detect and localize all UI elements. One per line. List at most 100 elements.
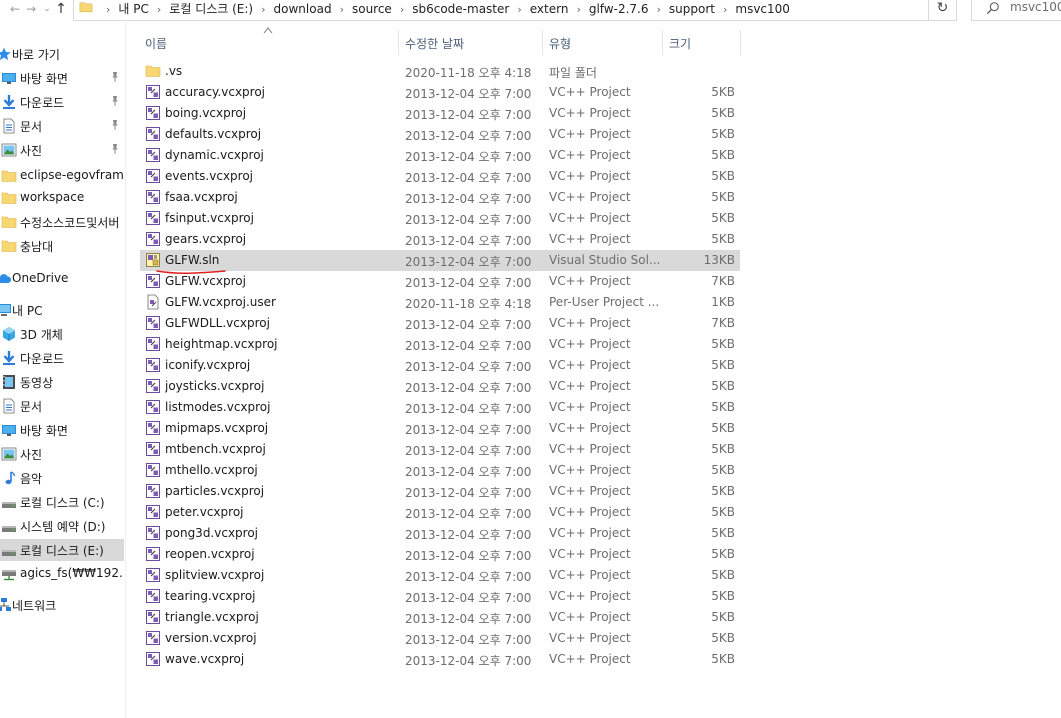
breadcrumb-item[interactable]: msvc100 — [735, 2, 790, 16]
column-header-type[interactable]: 유형 — [543, 30, 662, 55]
nav-item[interactable]: 문서 — [0, 115, 124, 137]
nav-item[interactable]: 네트워크 — [0, 594, 124, 616]
drive-icon — [1, 494, 17, 510]
file-type: VC++ Project — [549, 127, 631, 141]
nav-item-label: agics_fs(₩₩192.168 — [20, 566, 124, 580]
search-input[interactable]: msvc100 — [1010, 0, 1061, 14]
nav-item[interactable]: 로컬 디스크 (E:) — [0, 539, 124, 561]
nav-item[interactable]: 수정소스코드및서버 — [0, 211, 124, 233]
file-row[interactable]: GLFWDLL.vcxproj 2013-12-04 오후 7:00 VC++ Pr… — [140, 313, 740, 334]
file-row[interactable]: iconify.vcxproj 2013-12-04 오후 7:00 VC++ Pr… — [140, 355, 740, 376]
breadcrumb-item[interactable]: download — [274, 2, 332, 16]
nav-item-label: 사진 — [20, 144, 43, 158]
breadcrumb-item[interactable]: source — [352, 2, 392, 16]
breadcrumb-item[interactable]: glfw-2.7.6 — [589, 2, 649, 16]
nav-item[interactable]: workspace — [0, 187, 124, 209]
nav-item[interactable]: 내 PC — [0, 299, 124, 321]
file-row[interactable]: gears.vcxproj 2013-12-04 오후 7:00 VC++ Proj… — [140, 229, 740, 250]
breadcrumb-item[interactable]: extern — [530, 2, 569, 16]
file-row[interactable]: version.vcxproj 2013-12-04 오후 7:00 VC++ Pr… — [140, 628, 740, 649]
file-date: 2013-12-04 오후 7:00 — [405, 507, 532, 521]
solution-icon — [145, 252, 161, 268]
file-row[interactable]: tearing.vcxproj 2013-12-04 오후 7:00 VC++ Pr… — [140, 586, 740, 607]
nav-item[interactable]: 사진 — [0, 139, 124, 161]
file-row[interactable]: accuracy.vcxproj 2013-12-04 오후 7:00 VC++ P… — [140, 82, 740, 103]
breadcrumb-separator-icon[interactable]: › — [517, 3, 521, 16]
file-row[interactable]: mipmaps.vcxproj 2013-12-04 오후 7:00 VC++ Pr… — [140, 418, 740, 439]
file-row[interactable]: mthello.vcxproj 2013-12-04 오후 7:00 VC++ Pr… — [140, 460, 740, 481]
nav-item-label: 바탕 화면 — [20, 72, 68, 86]
file-row[interactable]: .vs 2020-11-18 오후 4:18 파일 폴더 — [140, 61, 740, 82]
file-type: VC++ Project — [549, 526, 631, 540]
breadcrumb-separator-icon[interactable]: › — [157, 3, 161, 16]
file-row[interactable]: fsinput.vcxproj 2013-12-04 오후 7:00 VC++ Pr… — [140, 208, 740, 229]
nav-item[interactable]: 시스템 예약 (D:) — [0, 515, 124, 537]
column-separator[interactable] — [740, 30, 741, 55]
nav-item[interactable]: 바탕 화면 — [0, 67, 124, 89]
file-row[interactable]: splitview.vcxproj 2013-12-04 오후 7:00 VC++ … — [140, 565, 740, 586]
file-type: VC++ Project — [549, 169, 631, 183]
breadcrumb-item[interactable]: sb6code-master — [412, 2, 509, 16]
nav-item[interactable]: 바탕 화면 — [0, 419, 124, 441]
file-row[interactable]: events.vcxproj 2013-12-04 오후 7:00 VC++ Pro… — [140, 166, 740, 187]
file-name: fsinput.vcxproj — [165, 211, 254, 225]
file-row[interactable]: particles.vcxproj 2013-12-04 오후 7:00 VC++ … — [140, 481, 740, 502]
file-row[interactable]: fsaa.vcxproj 2013-12-04 오후 7:00 VC++ Proje… — [140, 187, 740, 208]
network-drive-icon — [1, 566, 17, 582]
breadcrumb-separator-icon[interactable]: › — [340, 3, 344, 16]
file-date: 2013-12-04 오후 7:00 — [405, 255, 532, 269]
file-type: VC++ Project — [549, 484, 631, 498]
refresh-button[interactable]: ↻ — [929, 0, 957, 21]
file-row[interactable]: pong3d.vcxproj 2013-12-04 오후 7:00 VC++ Pro… — [140, 523, 740, 544]
search-box[interactable]: msvc100 — [971, 0, 1061, 21]
file-size: 5KB — [711, 358, 735, 372]
nav-item[interactable]: 음악 — [0, 467, 124, 489]
nav-item[interactable]: agics_fs(₩₩192.168 — [0, 563, 124, 585]
file-row[interactable]: heightmap.vcxproj 2013-12-04 오후 7:00 VC++ … — [140, 334, 740, 355]
desktop-icon — [1, 70, 17, 86]
pane-divider[interactable] — [125, 22, 126, 718]
address-box[interactable]: › 내 PC › 로컬 디스크 (E:) › download › source › sb6cod… — [73, 0, 929, 21]
file-row[interactable]: triangle.vcxproj 2013-12-04 오후 7:00 VC++ P… — [140, 607, 740, 628]
nav-item[interactable]: eclipse-egovframe- — [0, 165, 124, 187]
file-row[interactable]: reopen.vcxproj 2013-12-04 오후 7:00 VC++ Pro… — [140, 544, 740, 565]
breadcrumb-separator-icon[interactable]: › — [261, 3, 265, 16]
file-row[interactable]: mtbench.vcxproj 2013-12-04 오후 7:00 VC++ Pr… — [140, 439, 740, 460]
nav-item[interactable]: OneDrive — [0, 268, 124, 290]
nav-item[interactable]: 충남대 — [0, 235, 124, 257]
breadcrumb-item[interactable]: 로컬 디스크 (E:) — [169, 0, 253, 17]
file-row[interactable]: GLFW.sln 2013-12-04 오후 7:00 Visual Studio … — [140, 250, 740, 271]
breadcrumb-item[interactable]: 내 PC — [118, 0, 148, 17]
nav-item[interactable]: 3D 개체 — [0, 323, 124, 345]
nav-item[interactable]: 바로 가기 — [0, 43, 124, 65]
file-row[interactable]: joysticks.vcxproj 2013-12-04 오후 7:00 VC++ … — [140, 376, 740, 397]
file-row[interactable]: wave.vcxproj 2013-12-04 오후 7:00 VC++ Proje… — [140, 649, 740, 670]
file-row[interactable]: defaults.vcxproj 2013-12-04 오후 7:00 VC++ P… — [140, 124, 740, 145]
file-row[interactable]: boing.vcxproj 2013-12-04 오후 7:00 VC++ Proj… — [140, 103, 740, 124]
breadcrumb-separator-icon[interactable]: › — [106, 3, 110, 16]
file-row[interactable]: GLFW.vcxproj 2013-12-04 오후 7:00 VC++ Proje… — [140, 271, 740, 292]
breadcrumb-separator-icon[interactable]: › — [657, 3, 661, 16]
file-row[interactable]: peter.vcxproj 2013-12-04 오후 7:00 VC++ Proj… — [140, 502, 740, 523]
nav-item[interactable]: 다운로드 — [0, 91, 124, 113]
up-arrow-icon[interactable]: ↑ — [52, 0, 70, 20]
column-header-name-label: 이름 — [145, 37, 168, 51]
breadcrumb-separator-icon[interactable]: › — [723, 3, 727, 16]
file-date: 2020-11-18 오후 4:18 — [405, 66, 532, 80]
nav-item[interactable]: 동영상 — [0, 371, 124, 393]
breadcrumb-item[interactable]: support — [669, 2, 715, 16]
column-header-size[interactable]: 크기 — [663, 30, 740, 55]
nav-item[interactable]: 문서 — [0, 395, 124, 417]
nav-item[interactable]: 사진 — [0, 443, 124, 465]
column-header-date[interactable]: 수정한 날짜 — [399, 30, 542, 55]
nav-item[interactable]: 로컬 디스크 (C:) — [0, 491, 124, 513]
file-name: GLFW.vcxproj — [165, 274, 246, 288]
file-date: 2013-12-04 오후 7:00 — [405, 150, 532, 164]
breadcrumb-separator-icon[interactable]: › — [400, 3, 404, 16]
file-row[interactable]: GLFW.vcxproj.user 2020-11-18 오후 4:18 Per-U… — [140, 292, 740, 313]
file-row[interactable]: dynamic.vcxproj 2013-12-04 오후 7:00 VC++ Pr… — [140, 145, 740, 166]
breadcrumb-separator-icon[interactable]: › — [576, 3, 580, 16]
vcxproj-icon — [145, 630, 161, 646]
file-row[interactable]: listmodes.vcxproj 2013-12-04 오후 7:00 VC++ … — [140, 397, 740, 418]
nav-item[interactable]: 다운로드 — [0, 347, 124, 369]
